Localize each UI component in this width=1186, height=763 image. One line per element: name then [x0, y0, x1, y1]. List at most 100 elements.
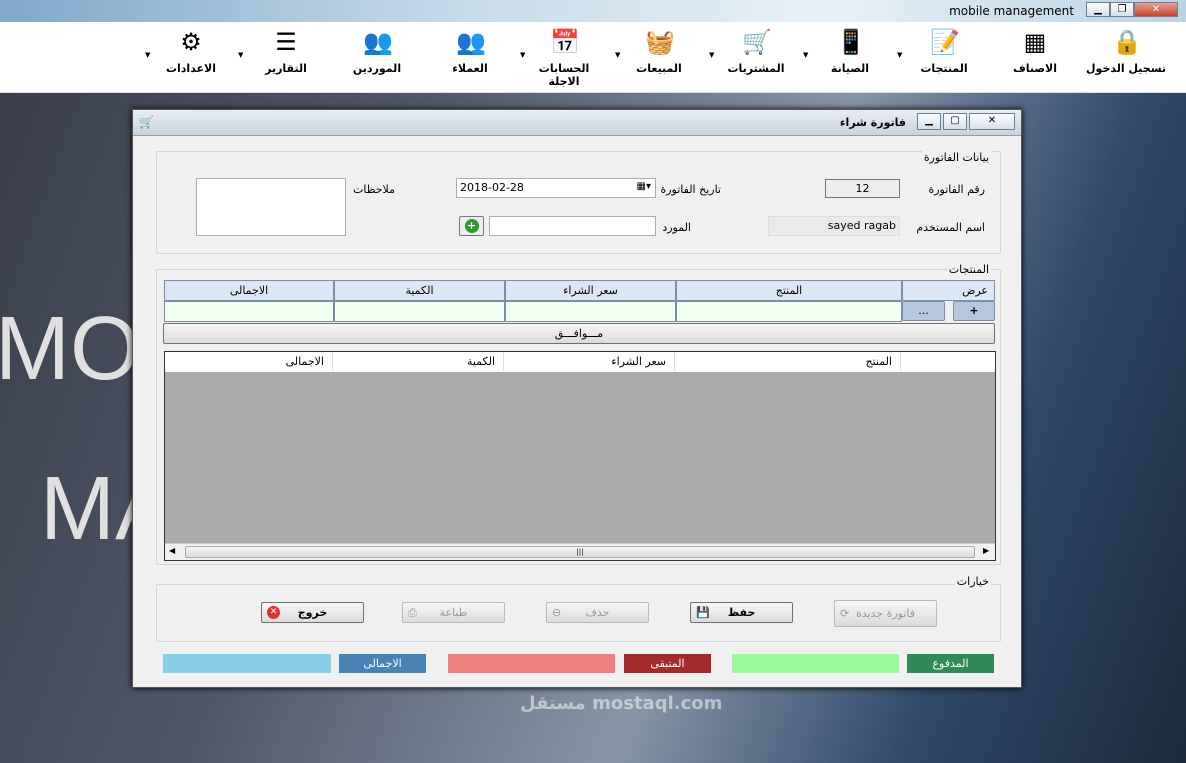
- browse-button[interactable]: ...: [902, 301, 945, 321]
- dropdown-arrow-icon[interactable]: ▼: [238, 51, 243, 59]
- customers-icon: 👥: [456, 28, 486, 56]
- watermark: مستقل mostaql.com: [520, 693, 723, 714]
- horizontal-scrollbar[interactable]: ◀ ||| ▶: [165, 543, 995, 560]
- minimize-button[interactable]: ▁: [1086, 2, 1110, 17]
- table-icon: ▦: [1023, 28, 1047, 56]
- dialog-close-button[interactable]: ✕: [969, 113, 1015, 130]
- close-circle-icon: ✕: [267, 606, 280, 619]
- main-toolbar: 🔒 تسجيل الدخول ▦ الاصناف 📝 المنتجات ▼ 📱 الصيانة ▼…: [0, 22, 1186, 93]
- toolbar-button-4[interactable]: 🛒 المشتريات: [716, 28, 796, 75]
- products-group-label: المنتجات: [946, 263, 991, 276]
- toolbar-label: المشتريات: [727, 62, 785, 75]
- notes-label: ملاحظات: [353, 183, 395, 196]
- toolbar-button-1[interactable]: ▦ الاصناف: [995, 28, 1075, 75]
- save-button[interactable]: 💾 حفظ: [690, 602, 793, 623]
- toolbar-label: المنتجات: [920, 62, 968, 75]
- lock-icon: 🔒: [1112, 28, 1142, 56]
- toolbar-button-3[interactable]: 📱 الصيانة: [810, 28, 890, 75]
- toolbar-label: الحسابات الاجلة: [538, 62, 590, 88]
- delete-button[interactable]: ⊖ حذف: [546, 602, 649, 623]
- toolbar-label: المبيعات: [636, 62, 682, 75]
- invoice-number-field: 12: [825, 179, 900, 198]
- mobile-phone-icon: 📱: [836, 28, 866, 56]
- toolbar-button-10[interactable]: ⚙ الاعدادات: [151, 28, 231, 75]
- dialog-title: فاتورة شراء: [839, 116, 906, 129]
- suppliers-icon: 👥: [363, 28, 393, 56]
- exit-button[interactable]: ✕ خروج: [261, 602, 364, 623]
- dropdown-arrow-icon[interactable]: ▼: [709, 51, 714, 59]
- toolbar-button-9[interactable]: ☰ التقارير: [246, 28, 326, 75]
- entry-input[interactable]: [676, 301, 902, 322]
- total-value-box: [163, 654, 331, 673]
- notes-textarea[interactable]: [196, 178, 346, 236]
- column-header[interactable]: سعر الشراء: [504, 352, 675, 371]
- user-label: اسم المستخدم: [916, 221, 985, 234]
- ok-button[interactable]: مـــوافـــق: [163, 323, 995, 344]
- entry-header: الاجمالى: [164, 280, 334, 301]
- minus-circle-icon: ⊖: [552, 606, 562, 619]
- basket-icon: 🧺: [645, 28, 675, 56]
- dialog-minimize-button[interactable]: ▁: [917, 113, 941, 130]
- user-field: sayed ragab: [768, 216, 900, 236]
- refresh-icon: ⟳: [840, 607, 850, 620]
- scrollbar-thumb[interactable]: |||: [185, 546, 975, 558]
- toolbar-label: تسجيل الدخول: [1086, 62, 1167, 75]
- supplier-input[interactable]: [489, 216, 656, 236]
- cart-icon: 🛒: [139, 115, 154, 129]
- options-group-label: خيارات: [954, 575, 991, 588]
- add-product-button[interactable]: +: [953, 301, 995, 321]
- toolbar-button-7[interactable]: 👥 العملاء: [430, 28, 510, 75]
- remaining-label: المتبقى: [624, 654, 711, 673]
- column-header[interactable]: الاجمالى: [165, 352, 333, 371]
- entry-input[interactable]: [164, 301, 334, 322]
- new-invoice-button[interactable]: ⟳ فاتورة جديدة: [834, 600, 937, 627]
- remaining-value-box: [448, 654, 615, 673]
- supplier-label: المورد: [662, 221, 691, 234]
- entry-input[interactable]: [505, 301, 676, 322]
- toolbar-button-8[interactable]: 👥 الموردين: [337, 28, 417, 75]
- date-picker[interactable]: 2018-02-28 ▦▾: [456, 178, 656, 198]
- date-value: 2018-02-28: [460, 181, 524, 194]
- app-title-bar: mobile management ▁ ❐ ✕: [0, 0, 1186, 22]
- table-header: الاجمالى الكمية سعر الشراء المنتج: [165, 352, 995, 372]
- printer-icon: ⎙: [408, 606, 417, 619]
- toolbar-label: الموردين: [352, 62, 402, 75]
- dropdown-arrow-icon[interactable]: ▼: [803, 51, 808, 59]
- date-label: تاريخ الفاتورة: [660, 183, 721, 196]
- entry-header: عرض: [902, 280, 995, 301]
- toolbar-button-2[interactable]: 📝 المنتجات: [904, 28, 984, 75]
- scroll-right-icon[interactable]: ▶: [983, 546, 989, 555]
- scroll-left-icon[interactable]: ◀: [169, 546, 175, 555]
- dropdown-arrow-icon[interactable]: ▼: [145, 51, 150, 59]
- paid-label: المدفوع: [907, 654, 994, 673]
- invoice-number-label: رقم الفاتورة: [928, 183, 985, 196]
- gear-icon: ⚙: [180, 28, 202, 56]
- calendar-dropdown-icon[interactable]: ▦▾: [637, 181, 651, 192]
- dialog-title-bar: 🛒 فاتورة شراء ▁ ▢ ✕: [133, 110, 1021, 136]
- add-supplier-button[interactable]: +: [459, 216, 484, 236]
- toolbar-label: التقارير: [265, 62, 307, 75]
- dialog-maximize-button[interactable]: ▢: [943, 113, 967, 130]
- entry-input[interactable]: [334, 301, 505, 322]
- column-header[interactable]: المنتج: [675, 352, 901, 371]
- total-label: الاجمالى: [339, 654, 426, 673]
- entry-cell-actions: ... +: [902, 301, 995, 322]
- toolbar-button-0[interactable]: 🔒 تسجيل الدخول: [1086, 28, 1166, 75]
- invoice-group-label: بيانات الفاتورة: [921, 151, 991, 164]
- app-title: mobile management: [949, 4, 1074, 18]
- restore-button[interactable]: ❐: [1110, 2, 1134, 17]
- close-button[interactable]: ✕: [1134, 2, 1178, 17]
- dropdown-arrow-icon[interactable]: ▼: [520, 51, 525, 59]
- report-icon: ☰: [275, 28, 297, 56]
- entry-header: المنتج: [676, 280, 902, 301]
- toolbar-button-6[interactable]: 📅 الحسابات الاجلة: [524, 28, 604, 88]
- dropdown-arrow-icon[interactable]: ▼: [897, 51, 902, 59]
- print-button[interactable]: ⎙ طباعة: [402, 602, 505, 623]
- column-header[interactable]: الكمية: [333, 352, 504, 371]
- dropdown-arrow-icon[interactable]: ▼: [615, 51, 620, 59]
- toolbar-button-5[interactable]: 🧺 المبيعات: [619, 28, 699, 75]
- floppy-disk-icon: 💾: [696, 606, 710, 619]
- products-table: الاجمالى الكمية سعر الشراء المنتج ◀ ||| ▶: [164, 351, 996, 561]
- entry-header: سعر الشراء: [505, 280, 676, 301]
- calendar-icon: 📅: [550, 28, 580, 56]
